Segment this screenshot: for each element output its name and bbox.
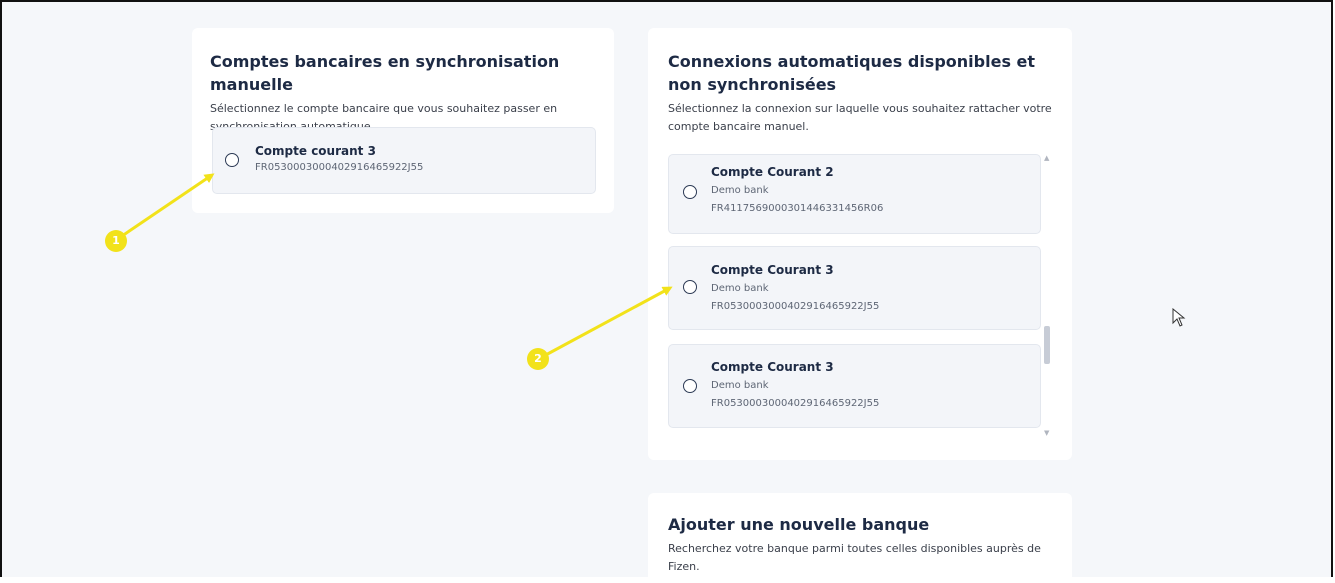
app-viewport: Comptes bancaires en synchronisation man… [0,0,1333,583]
annotation-badge-1: 1 [105,230,127,252]
annotation-badge-2: 2 [527,348,549,370]
annotation-arrows [118,173,673,359]
annotation-arrow-1 [118,173,215,240]
mouse-cursor-icon [1172,308,1186,327]
annotation-arrow-2 [541,286,673,359]
